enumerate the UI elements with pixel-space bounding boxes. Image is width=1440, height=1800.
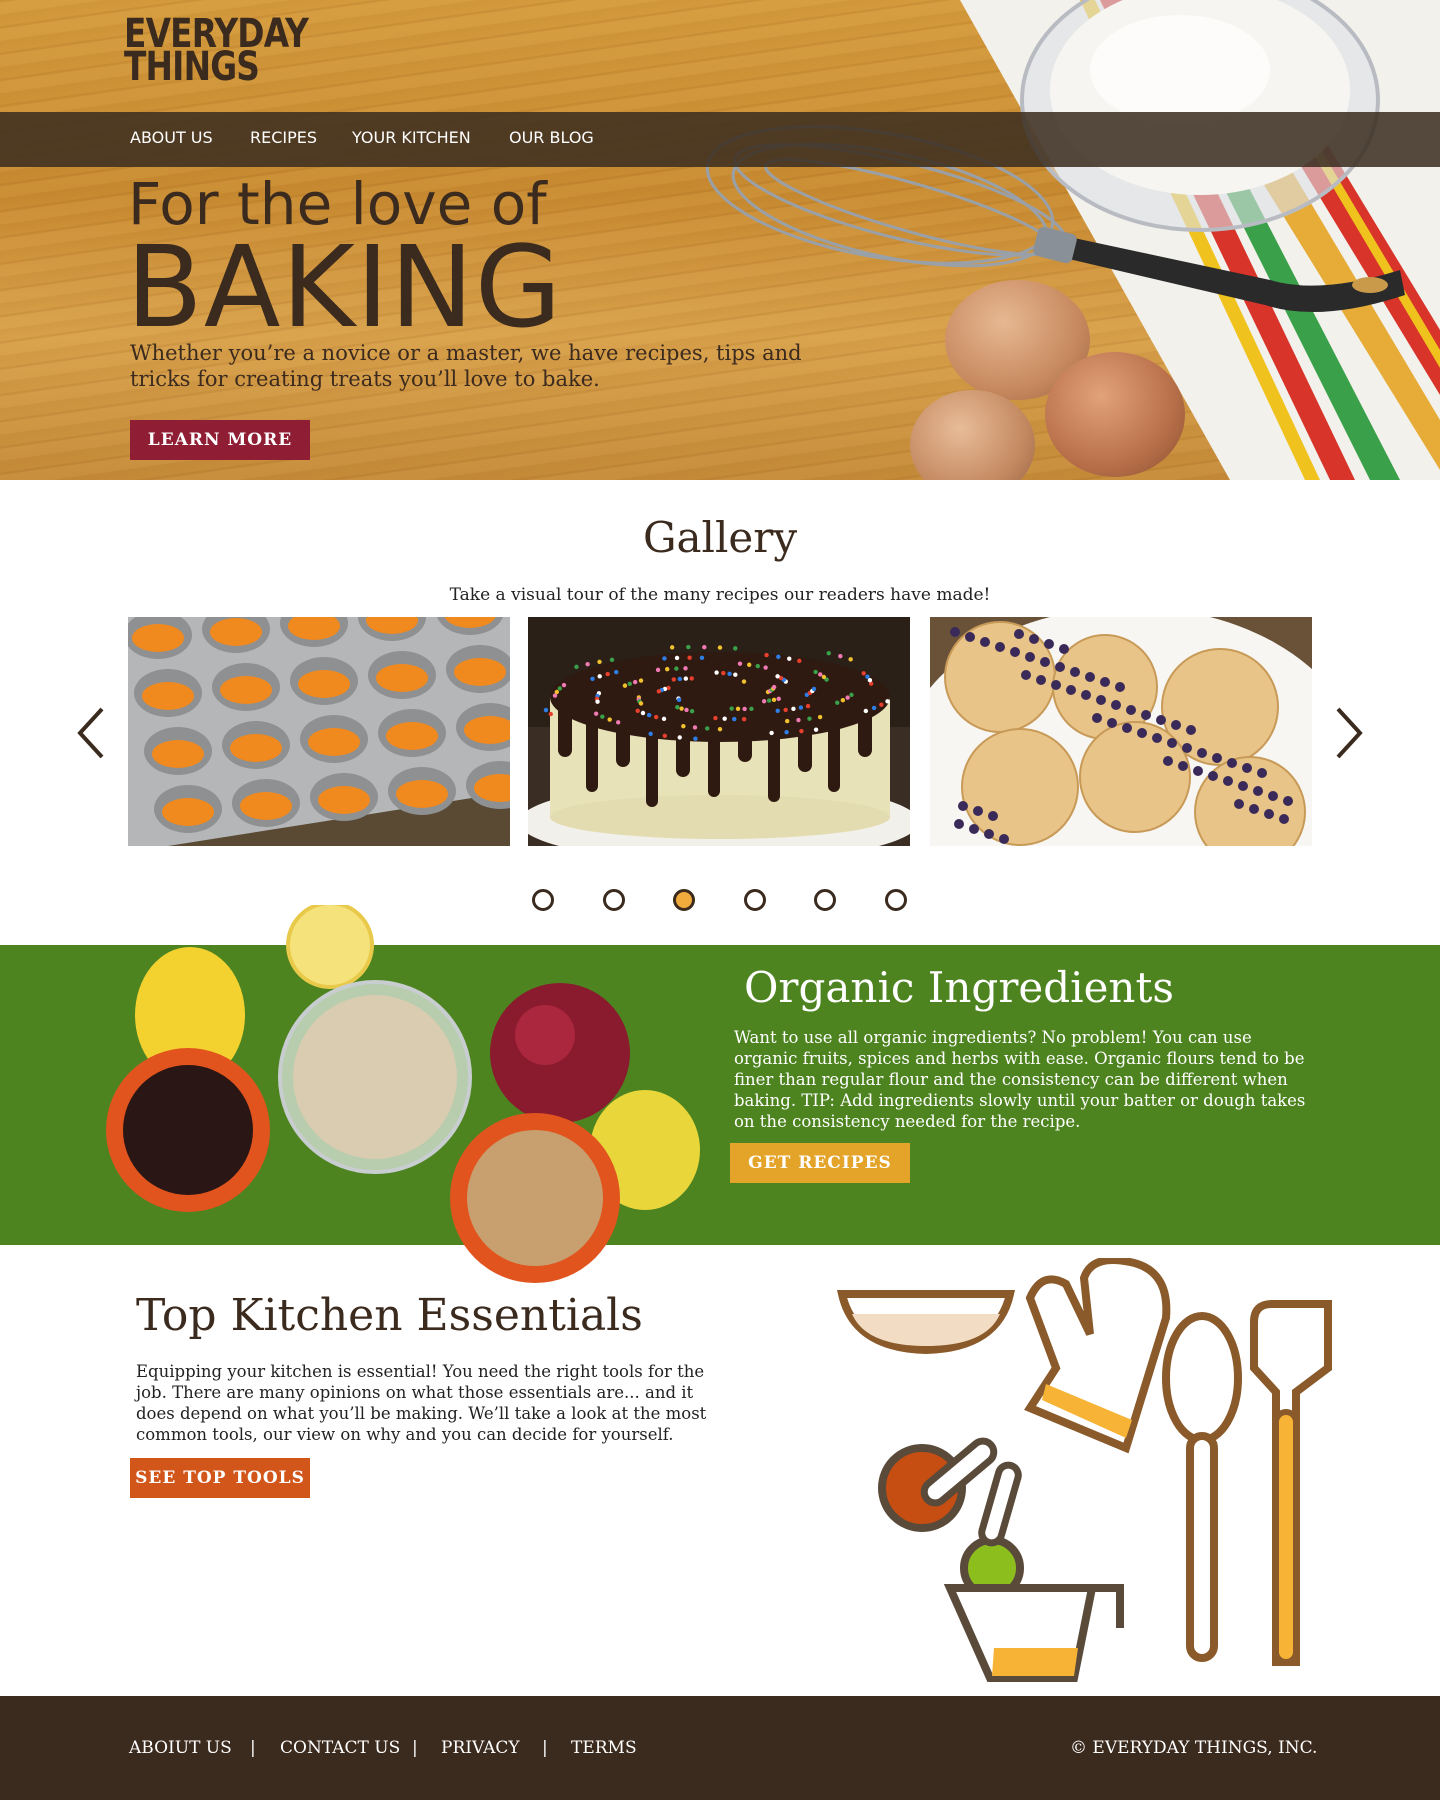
hero-subtitle: Whether you’re a novice or a master, we …: [130, 341, 802, 391]
site-logo[interactable]: EVERYDAY THINGS: [124, 14, 309, 87]
footer-link-privacy[interactable]: PRIVACY: [441, 1738, 520, 1758]
see-top-tools-button[interactable]: SEE TOP TOOLS: [130, 1458, 310, 1498]
egg-image: [1045, 352, 1185, 477]
main-navigation: [0, 112, 1440, 167]
chevron-right-icon[interactable]: [1328, 705, 1368, 761]
carousel-dot-5[interactable]: [814, 889, 836, 911]
footer-link-terms[interactable]: TERMS: [571, 1738, 637, 1758]
organic-ingredients-image: [106, 905, 700, 1283]
footer-separator: |: [542, 1738, 548, 1758]
pumpkin-tarts-image: [128, 617, 510, 846]
carousel-dot-4[interactable]: [743, 889, 766, 911]
learn-more-button[interactable]: LEARN MORE: [130, 420, 310, 460]
gallery-photo-drip-cake[interactable]: [528, 617, 910, 846]
mixing-bowl-icon: [837, 1290, 1015, 1355]
measuring-jug-icon: [943, 1584, 1124, 1682]
chevron-left-icon[interactable]: [72, 705, 112, 761]
gallery-title: Gallery: [642, 513, 798, 562]
get-recipes-button[interactable]: GET RECIPES: [730, 1143, 910, 1183]
nav-our-blog[interactable]: OUR BLOG: [509, 128, 594, 147]
copyright-text: © EVERYDAY THINGS, INC.: [1070, 1738, 1318, 1758]
nav-your-kitchen[interactable]: YOUR KITCHEN: [352, 128, 471, 147]
gallery-photo-muffins[interactable]: [930, 617, 1312, 846]
drip-cake-image: [528, 617, 910, 846]
kitchen-tools-illustration: [837, 1258, 1332, 1682]
hero-banner: EVERYDAY THINGS ABOUT US RECIPES YOUR KI…: [0, 0, 1440, 480]
footer-separator: |: [250, 1738, 256, 1758]
spatula-icon: [1250, 1300, 1332, 1666]
carousel-dot-6[interactable]: [884, 889, 907, 911]
footer-separator: |: [412, 1738, 418, 1758]
footer-link-contact-us[interactable]: CONTACT US: [280, 1738, 400, 1758]
oven-mitt-icon: [1024, 1258, 1171, 1454]
nav-about-us[interactable]: ABOUT US: [130, 128, 213, 147]
organic-text: Want to use all organic ingredients? No …: [734, 1028, 1306, 1131]
gallery-photo-pumpkin-tarts[interactable]: [128, 617, 510, 846]
essentials-text: Equipping your kitchen is essential! You…: [136, 1362, 707, 1444]
measuring-cups-icon: [878, 1437, 1024, 1600]
essentials-title: Top Kitchen Essentials: [136, 1290, 643, 1341]
spoon-icon: [1162, 1312, 1242, 1662]
nav-recipes[interactable]: RECIPES: [250, 128, 317, 147]
organic-title: Organic Ingredients: [744, 963, 1174, 1012]
hero-title: BAKING: [126, 223, 563, 353]
gallery-subtitle: Take a visual tour of the many recipes o…: [449, 585, 991, 605]
footer-link-about-us[interactable]: ABOIUT US: [129, 1738, 232, 1758]
blueberry-muffins-image: [930, 617, 1312, 846]
